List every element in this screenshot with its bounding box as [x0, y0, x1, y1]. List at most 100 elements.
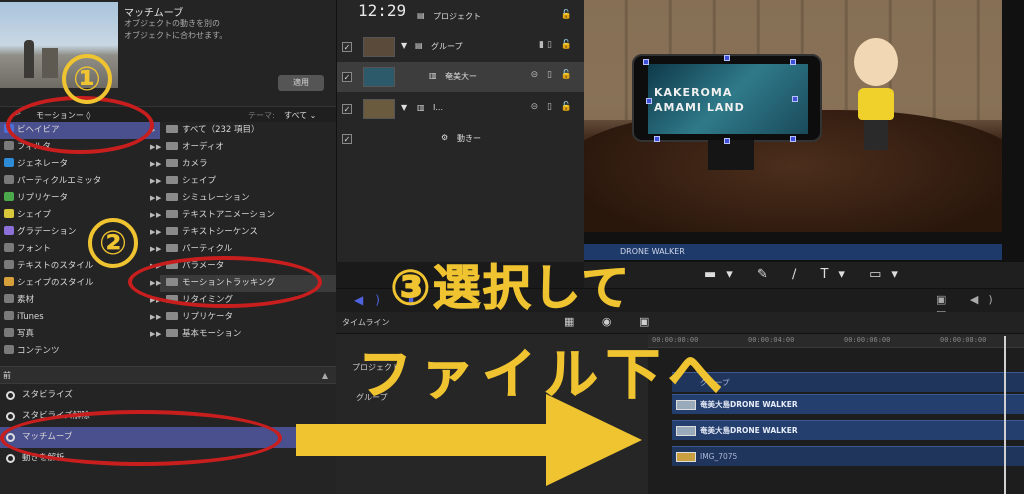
itunes-icon: [4, 311, 14, 320]
transform-handle[interactable]: [724, 138, 730, 144]
category-item[interactable]: iTunes ▶: [0, 309, 160, 326]
apply-button[interactable]: 適用: [278, 75, 324, 91]
behavior-label: 動きを解析: [22, 453, 65, 463]
disclosure-arrow-icon: ▶: [156, 279, 162, 287]
category-label: 写真: [17, 329, 35, 339]
transform-handle[interactable]: [654, 136, 660, 142]
phone-screen-text: KAKEROMA: [654, 86, 733, 99]
behavior-gear-icon: ⚙: [441, 133, 449, 142]
layer-row-behavior[interactable]: ✓ ⚙ 動きー: [337, 124, 584, 154]
text-style-icon: [4, 260, 14, 269]
timeline-clip[interactable]: IMG_7075: [672, 446, 1024, 466]
layer-row-image[interactable]: ✓ ▼ ▥ I... ⊝ ▯ 🔓: [337, 94, 584, 124]
clip-thumbnail: [676, 426, 696, 436]
category-item[interactable]: ビヘイビア ▶: [0, 122, 160, 139]
clip-thumbnail: [676, 452, 696, 462]
transform-handle[interactable]: [643, 59, 649, 65]
clip-title-strip: DRONE WALKER: [584, 244, 1002, 260]
category-select[interactable]: モーションー ◊: [36, 110, 90, 121]
timeline-clip[interactable]: 奄美大島DRONE WALKER: [672, 420, 1024, 440]
behavior-item[interactable]: スタビライズ: [0, 385, 336, 406]
effect-description: オブジェクトの動きを別の オブジェクトに合わせます。: [124, 18, 274, 42]
subcategory-item[interactable]: ▶ 基本モーション: [156, 326, 336, 343]
visibility-checkbox[interactable]: ✓: [342, 134, 352, 144]
folder-icon: [166, 125, 178, 133]
subcategory-item[interactable]: すべて（232 項目）: [160, 122, 336, 139]
viewer-image: KAKEROMA AMAMI LAND: [584, 0, 1002, 232]
lock-icon[interactable]: 🔓: [561, 10, 575, 20]
subcategory-label: テキストアニメーション: [182, 210, 275, 220]
layer-row-clip[interactable]: ✓ ▥ 奄美大ー ⊝ ▯ 🔓: [337, 62, 584, 92]
clip-label: IMG_7075: [700, 452, 738, 461]
visibility-checkbox[interactable]: ✓: [342, 42, 352, 52]
category-item[interactable]: フィルタ ▶: [0, 139, 160, 156]
folder-icon: [166, 261, 178, 269]
layer-options-icons[interactable]: ▮▯ 🔓: [539, 40, 575, 50]
category-label: グラデーション: [17, 227, 77, 237]
category-item[interactable]: テキストのスタイル ▶: [0, 258, 160, 275]
subcategory-item[interactable]: ▶ カメラ: [156, 156, 336, 173]
transform-handle[interactable]: [724, 55, 730, 61]
category-item[interactable]: シェイプ ▶: [0, 207, 160, 224]
transform-handle[interactable]: [790, 59, 796, 65]
layer-options-icons[interactable]: ⊝ ▯ 🔓: [531, 70, 575, 80]
subcategory-item[interactable]: ▶ パラメータ: [156, 258, 336, 275]
subcategory-item[interactable]: ▶ リタイミング: [156, 292, 336, 309]
gradient-icon: [4, 226, 14, 235]
category-item[interactable]: パーティクルエミッタ ▶: [0, 173, 160, 190]
disclosure-arrow-icon: ▶: [156, 330, 162, 338]
subcategory-item[interactable]: ▶ パーティクル: [156, 241, 336, 258]
folder-icon: [166, 227, 178, 235]
category-item[interactable]: 素材 ▶: [0, 292, 160, 309]
behavior-item[interactable]: 動きを解析: [0, 448, 336, 469]
folder-icon: [166, 142, 178, 150]
behavior-item[interactable]: スタビライズ解除: [0, 406, 336, 427]
canvas-viewer: KAKEROMA AMAMI LAND: [584, 0, 1024, 262]
tool-icons[interactable]: ▬▾ ✎ ∕ T▾ ▭▾: [704, 267, 908, 282]
category-item[interactable]: コンテンツ: [0, 343, 160, 360]
subcategory-item[interactable]: ▶ シェイプ: [156, 173, 336, 190]
category-item[interactable]: リプリケータ ▶: [0, 190, 160, 207]
subcategory-item[interactable]: ▶ テキストシーケンス: [156, 224, 336, 241]
browser-filter-bar: > モーションー ◊ テーマ: すべて ⌄: [0, 106, 336, 122]
clip-label: 奄美大島DRONE WALKER: [700, 426, 798, 435]
transform-handle[interactable]: [646, 98, 652, 104]
instruction-caption: ③選択して: [389, 260, 632, 317]
behavior-item[interactable]: マッチムーブ: [0, 427, 336, 448]
chevron-right-icon[interactable]: >: [14, 109, 22, 119]
disclosure-arrow-icon: ▶: [156, 177, 162, 185]
layer-options-icons[interactable]: ⊝ ▯ 🔓: [531, 102, 575, 112]
theme-select[interactable]: すべて ⌄: [284, 110, 316, 121]
visibility-checkbox[interactable]: ✓: [342, 104, 352, 114]
category-item[interactable]: 写真 ▶: [0, 326, 160, 343]
subcategory-label: 基本モーション: [182, 329, 242, 339]
folder-icon: [166, 329, 178, 337]
film-icon: ▥: [429, 71, 437, 80]
disclosure-triangle-icon[interactable]: ▼: [401, 103, 407, 112]
behavior-label: スタビライズ: [22, 390, 73, 400]
transform-handle[interactable]: [790, 136, 796, 142]
subcategory-label: シミュレーション: [182, 193, 250, 203]
category-item[interactable]: シェイプのスタイル ▶: [0, 275, 160, 292]
disclosure-triangle-icon[interactable]: ▼: [401, 41, 407, 50]
collapse-icon[interactable]: ▲: [322, 367, 328, 385]
subcategory-label: テキストシーケンス: [182, 227, 258, 237]
subcategory-item[interactable]: ▶ オーディオ: [156, 139, 336, 156]
subcategory-item[interactable]: ▶ リプリケータ: [156, 309, 336, 326]
disclosure-arrow-icon: ▶: [150, 177, 156, 185]
subcategory-item[interactable]: ▶ モーショントラッキング: [156, 275, 336, 292]
playhead[interactable]: [1004, 336, 1006, 494]
layer-row-group[interactable]: ✓ ▼ ▤ グループ ▮▯ 🔓: [337, 32, 584, 62]
subcategory-item[interactable]: ▶ シミュレーション: [156, 190, 336, 207]
phone-screen: [648, 64, 808, 134]
layer-name: 動きー: [457, 134, 481, 143]
viewer-toolbar: ▬▾ ✎ ∕ T▾ ▭▾: [584, 262, 1024, 288]
folder-icon: [166, 193, 178, 201]
category-item[interactable]: ジェネレータ ▶: [0, 156, 160, 173]
behavior-icon: [6, 433, 15, 442]
shape-style-icon: [4, 277, 14, 286]
visibility-checkbox[interactable]: ✓: [342, 72, 352, 82]
material-icon: [4, 294, 14, 303]
subcategory-item[interactable]: ▶ テキストアニメーション: [156, 207, 336, 224]
transform-handle[interactable]: [792, 96, 798, 102]
